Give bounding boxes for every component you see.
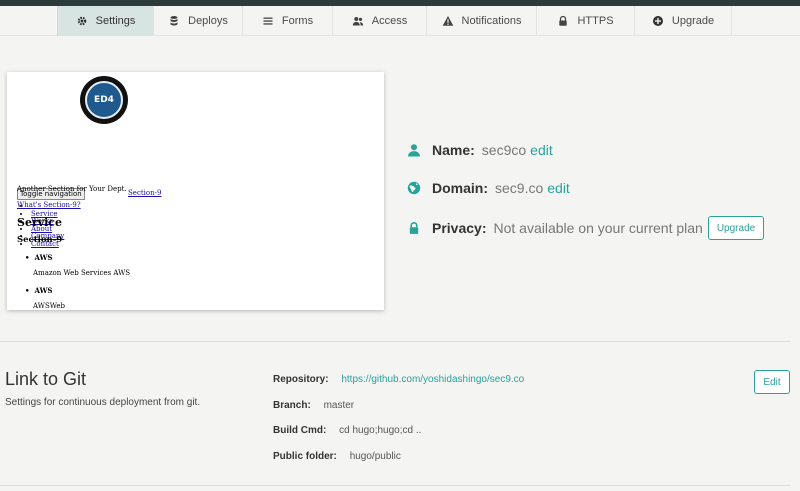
site-name-row: Name: sec9co edit: [407, 142, 553, 158]
preview-heading: Service: [17, 216, 63, 229]
preview-tagline: Another Section for Your Dept.: [17, 185, 127, 193]
repository-label: Repository:: [273, 374, 329, 385]
tab-label: Forms: [281, 15, 314, 27]
section-divider: [0, 341, 790, 342]
site-privacy-label: Privacy:: [432, 220, 487, 236]
preview-subheading: Section-9: [17, 235, 63, 245]
warning-icon: [442, 15, 454, 27]
tab-forms[interactable]: Forms: [243, 6, 333, 36]
public-folder-value: hugo/public: [349, 451, 401, 462]
site-name-label: Name:: [432, 142, 475, 158]
preview-item-title: AWS: [25, 286, 52, 295]
preview-whats-link: What's Section-9?: [17, 201, 81, 209]
preview-item-text: AWSWeb: [33, 302, 66, 310]
tab-notifications[interactable]: Notifications: [427, 6, 537, 36]
site-domain-label: Domain:: [432, 180, 488, 196]
branch-label: Branch:: [273, 400, 311, 411]
git-build-cmd-row: Build Cmd: cd hugo;hugo;cd ..: [273, 425, 421, 436]
site-domain-value: sec9.co: [495, 180, 544, 196]
git-branch-row: Branch: master: [273, 400, 354, 411]
tab-label: Access: [371, 15, 408, 27]
git-repository-row: Repository: https://github.com/yoshidash…: [273, 374, 524, 385]
branch-value: master: [323, 400, 355, 411]
tab-deploys[interactable]: Deploys: [154, 6, 243, 36]
repository-link[interactable]: https://github.com/yoshidashingo/sec9.co: [341, 374, 524, 385]
preview-logo-mark: ED4: [85, 81, 123, 119]
edit-git-button[interactable]: Edit: [754, 370, 790, 394]
git-section-description: Settings for continuous deployment from …: [5, 397, 201, 408]
preview-item-title: AWS: [25, 253, 52, 262]
preview-brand-link: Section-9: [128, 189, 162, 197]
site-name-value: sec9co: [481, 142, 527, 158]
edit-name-link[interactable]: edit: [530, 142, 553, 158]
users-icon: [352, 15, 364, 27]
tab-https[interactable]: HTTPS: [537, 6, 635, 36]
git-public-folder-row: Public folder: hugo/public: [273, 451, 401, 462]
build-cmd-value: cd hugo;hugo;cd ..: [339, 425, 422, 436]
public-folder-label: Public folder:: [273, 451, 337, 462]
plus-circle-icon: [652, 15, 664, 27]
site-privacy-value: Not available on your current plan: [493, 220, 703, 236]
site-tabs: Settings Deploys Forms Access Notificati…: [0, 6, 800, 36]
tab-access[interactable]: Access: [333, 6, 427, 36]
tab-settings[interactable]: Settings: [57, 6, 154, 36]
site-privacy-row: Privacy: Not available on your current p…: [407, 216, 765, 240]
lock-icon: [557, 15, 569, 27]
upgrade-button[interactable]: Upgrade: [707, 216, 765, 240]
preview-item-text: Amazon Web Services AWS: [33, 269, 131, 277]
section-divider: [0, 485, 790, 486]
globe-icon: [407, 181, 421, 195]
build-cmd-label: Build Cmd:: [273, 425, 327, 436]
edit-domain-link[interactable]: edit: [547, 180, 570, 196]
tab-spacer: [0, 6, 57, 35]
tab-label: Notifications: [461, 15, 522, 27]
user-icon: [407, 143, 421, 157]
tab-label: HTTPS: [577, 15, 614, 27]
site-preview[interactable]: ED4 Toggle navigation Section-9 Service …: [7, 72, 384, 310]
gear-icon: [76, 15, 88, 27]
list-icon: [262, 15, 274, 27]
tab-label: Upgrade: [671, 15, 715, 27]
site-domain-row: Domain: sec9.co edit: [407, 180, 570, 196]
tab-label: Deploys: [188, 15, 228, 27]
git-section-title: Link to Git: [5, 369, 87, 389]
preview-logo: ED4: [80, 76, 128, 124]
database-icon: [168, 15, 180, 27]
lock-icon: [407, 221, 421, 235]
tab-upgrade[interactable]: Upgrade: [635, 6, 732, 36]
tab-label: Settings: [95, 15, 136, 27]
